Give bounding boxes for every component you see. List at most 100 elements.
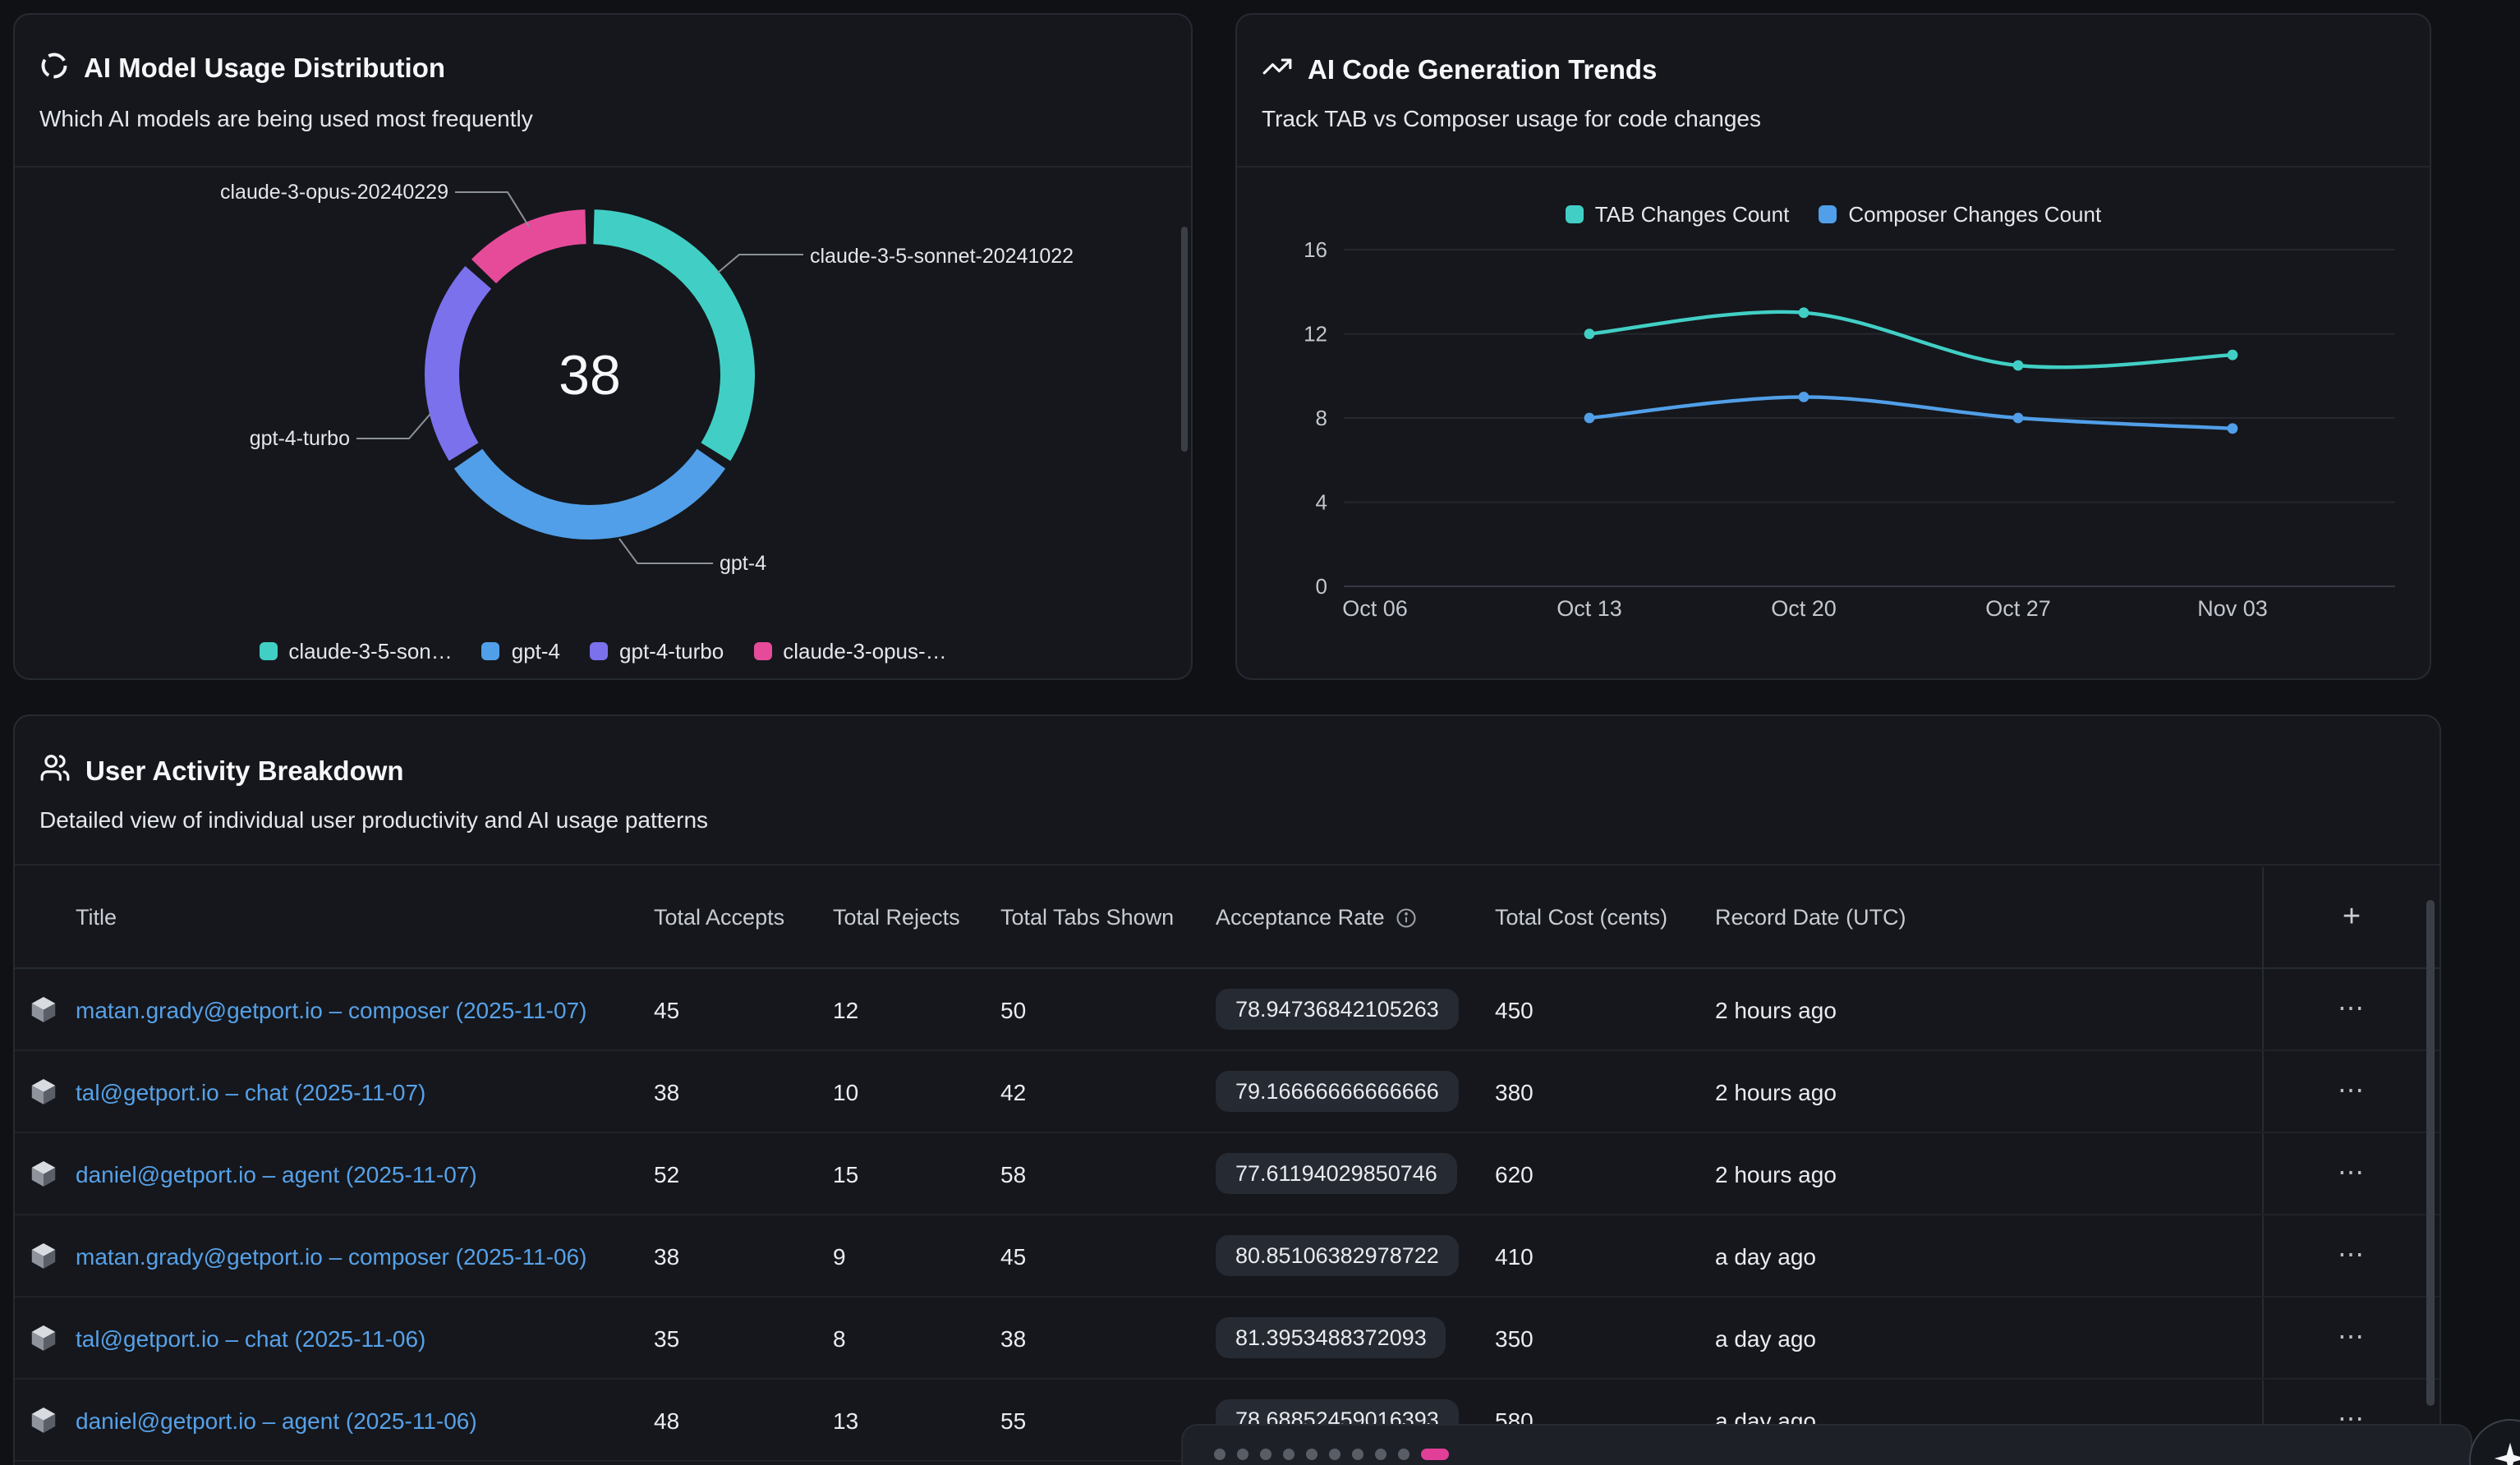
- donut-segment[interactable]: [442, 278, 478, 452]
- donut-total: 38: [559, 344, 621, 406]
- legend-item[interactable]: TAB Changes Count: [1566, 202, 1790, 227]
- pagination-dot[interactable]: [1306, 1449, 1317, 1460]
- cube-icon: [28, 994, 76, 1025]
- column-header-label: Total Accepts: [654, 905, 784, 930]
- data-point[interactable]: [2013, 361, 2024, 371]
- table-row[interactable]: tal@getport.io – chat (2025-11-06)358388…: [15, 1297, 2440, 1380]
- column-header-total-rejects[interactable]: Total Rejects: [833, 905, 1000, 930]
- divider: [15, 864, 2440, 866]
- row-acceptance-rate: 77.61194029850746: [1216, 1153, 1495, 1194]
- pagination-dot[interactable]: [1329, 1449, 1340, 1460]
- pagination-dot[interactable]: [1375, 1449, 1386, 1460]
- data-point[interactable]: [2228, 423, 2238, 434]
- legend-item[interactable]: claude-3-opus-…: [753, 639, 946, 664]
- column-header-label: Title: [76, 905, 117, 930]
- legend-swatch-icon: [482, 642, 500, 660]
- panel-scrollbar[interactable]: [1181, 227, 1188, 452]
- row-total-tabs-shown: 42: [1000, 1078, 1216, 1104]
- data-point[interactable]: [2228, 350, 2238, 361]
- add-column-button[interactable]: +: [2343, 902, 2361, 933]
- pagination-dot[interactable]: [1352, 1449, 1363, 1460]
- legend-item[interactable]: gpt-4: [482, 639, 560, 664]
- data-point[interactable]: [1584, 328, 1595, 339]
- legend-label: gpt-4: [512, 639, 560, 664]
- column-header-record-date-utc-[interactable]: Record Date (UTC): [1715, 905, 2262, 930]
- legend-swatch-icon: [1819, 205, 1837, 223]
- row-record-date: 2 hours ago: [1715, 996, 2262, 1022]
- row-total-cost: 410: [1495, 1242, 1715, 1269]
- legend-label: claude-3-5-son…: [288, 639, 452, 664]
- donut-segment[interactable]: [484, 227, 586, 271]
- cube-icon: [28, 1158, 76, 1189]
- row-total-rejects: 9: [833, 1242, 1000, 1269]
- row-actions-cell: ⋯: [2262, 1215, 2440, 1296]
- table-row[interactable]: tal@getport.io – chat (2025-11-07)381042…: [15, 1051, 2440, 1133]
- pagination-dot[interactable]: [1398, 1449, 1409, 1460]
- table-row[interactable]: matan.grady@getport.io – composer (2025-…: [15, 969, 2440, 1051]
- row-actions-cell: ⋯: [2262, 1297, 2440, 1378]
- donut-slice-label: claude-3-5-sonnet-20241022: [810, 245, 1074, 268]
- pagination-dot[interactable]: [1283, 1449, 1294, 1460]
- table-header-row: Title Total Accepts Total Rejects Total Tab…: [15, 867, 2440, 969]
- data-point[interactable]: [1799, 392, 1810, 402]
- pagination-dot[interactable]: [1237, 1449, 1249, 1460]
- donut-segment[interactable]: [468, 459, 711, 522]
- row-total-accepts: 45: [654, 996, 833, 1022]
- donut-label-line: [356, 414, 430, 439]
- info-icon[interactable]: [1395, 906, 1418, 929]
- row-menu-button[interactable]: ⋯: [2338, 1078, 2366, 1104]
- y-axis-tick-label: 16: [1304, 237, 1327, 262]
- column-header-title[interactable]: Title: [76, 905, 654, 930]
- column-header-label: Total Tabs Shown: [1000, 905, 1174, 930]
- pagination-dot-active[interactable]: [1421, 1449, 1449, 1460]
- row-record-date: 2 hours ago: [1715, 1160, 2262, 1187]
- pagination-dot[interactable]: [1260, 1449, 1271, 1460]
- user-activity-panel: User Activity Breakdown Detailed view of…: [13, 714, 2441, 1465]
- dashboard: AI Model Usage Distribution Which AI mod…: [0, 0, 2520, 1465]
- table-row[interactable]: matan.grady@getport.io – composer (2025-…: [15, 1215, 2440, 1297]
- column-header-total-tabs-shown[interactable]: Total Tabs Shown: [1000, 905, 1216, 930]
- users-icon: [39, 752, 71, 792]
- row-title-link[interactable]: matan.grady@getport.io – composer (2025-…: [76, 1242, 654, 1269]
- row-title-link[interactable]: tal@getport.io – chat (2025-11-06): [76, 1325, 654, 1351]
- row-title-link[interactable]: daniel@getport.io – agent (2025-11-06): [76, 1407, 654, 1433]
- row-total-rejects: 15: [833, 1160, 1000, 1187]
- row-menu-button[interactable]: ⋯: [2338, 996, 2366, 1022]
- donut-segment[interactable]: [594, 227, 738, 452]
- pagination-dot[interactable]: [1214, 1449, 1226, 1460]
- column-header-total-accepts[interactable]: Total Accepts: [654, 905, 833, 930]
- code-trends-line-chart: 0481216Oct 06Oct 13Oct 20Oct 27Nov 03: [1237, 168, 2431, 680]
- line-chart-legend: TAB Changes Count Composer Changes Count: [1237, 202, 2430, 227]
- legend-item[interactable]: claude-3-5-son…: [259, 639, 452, 664]
- row-total-accepts: 38: [654, 1078, 833, 1104]
- acceptance-rate-pill: 81.3953488372093: [1216, 1317, 1446, 1358]
- table-row[interactable]: daniel@getport.io – agent (2025-11-07)52…: [15, 1133, 2440, 1215]
- column-header-total-cost-cents-[interactable]: Total Cost (cents): [1495, 905, 1715, 930]
- legend-label: TAB Changes Count: [1595, 202, 1790, 227]
- row-menu-button[interactable]: ⋯: [2338, 1160, 2366, 1187]
- row-title-link[interactable]: tal@getport.io – chat (2025-11-07): [76, 1078, 654, 1104]
- column-header-acceptance-rate[interactable]: Acceptance Rate: [1216, 905, 1495, 930]
- row-total-rejects: 13: [833, 1407, 1000, 1433]
- column-header-label: Total Cost (cents): [1495, 905, 1667, 930]
- table-scrollbar[interactable]: [2426, 900, 2435, 1406]
- line-series: [1589, 312, 2233, 367]
- legend-swatch-icon: [259, 642, 277, 660]
- legend-item[interactable]: Composer Changes Count: [1819, 202, 2101, 227]
- x-axis-tick-label: Oct 27: [1985, 596, 2051, 621]
- column-header-label: Total Rejects: [833, 905, 960, 930]
- row-menu-button[interactable]: ⋯: [2338, 1242, 2366, 1269]
- row-title-link[interactable]: daniel@getport.io – agent (2025-11-07): [76, 1160, 654, 1187]
- row-title-link[interactable]: matan.grady@getport.io – composer (2025-…: [76, 996, 654, 1022]
- y-axis-tick-label: 0: [1316, 574, 1327, 599]
- row-total-tabs-shown: 38: [1000, 1325, 1216, 1351]
- row-total-rejects: 10: [833, 1078, 1000, 1104]
- data-point[interactable]: [1799, 307, 1810, 318]
- y-axis-tick-label: 4: [1316, 490, 1327, 515]
- data-point[interactable]: [1584, 413, 1595, 424]
- row-total-accepts: 35: [654, 1325, 833, 1351]
- row-menu-button[interactable]: ⋯: [2338, 1325, 2366, 1351]
- legend-item[interactable]: gpt-4-turbo: [590, 639, 724, 664]
- ai-assistant-button[interactable]: [2469, 1419, 2520, 1465]
- data-point[interactable]: [2013, 413, 2024, 424]
